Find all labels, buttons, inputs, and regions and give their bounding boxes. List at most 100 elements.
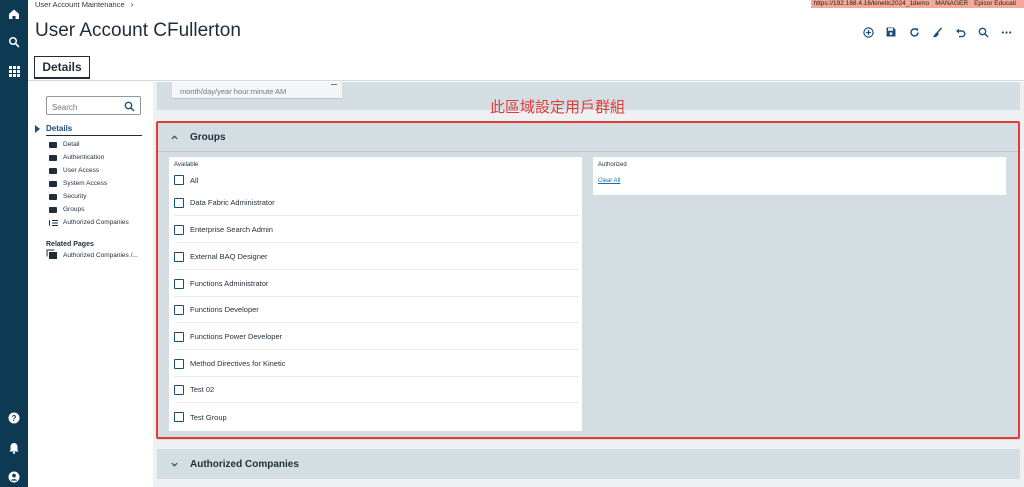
nav-item-groups[interactable]: Groups xyxy=(49,204,84,215)
nav-item-system-access[interactable]: System Access xyxy=(49,178,107,189)
list-item[interactable]: Functions Power Developer xyxy=(174,324,579,350)
list-item[interactable]: Enterprise Search Admin xyxy=(174,217,579,243)
checkbox[interactable] xyxy=(174,331,184,342)
svg-text:?: ? xyxy=(12,414,17,423)
search-icon[interactable] xyxy=(6,34,22,50)
save-icon[interactable] xyxy=(883,24,899,40)
add-icon[interactable] xyxy=(860,24,876,40)
card-icon xyxy=(49,167,57,174)
related-page-authorized-companies[interactable]: Authorized Companies /... xyxy=(49,252,138,259)
nav-search-input[interactable] xyxy=(47,99,122,116)
nav-item-label: Detail xyxy=(63,141,80,148)
home-icon[interactable] xyxy=(6,6,22,22)
checkbox[interactable] xyxy=(174,278,184,289)
caret-right-icon xyxy=(35,125,40,133)
tab-details[interactable]: Details xyxy=(34,56,90,79)
list-item-label: Test 02 xyxy=(190,385,215,394)
tab-divider xyxy=(28,80,1024,81)
list-item[interactable]: Functions Developer xyxy=(174,297,579,323)
nav-item-label: System Access xyxy=(63,180,108,187)
apps-icon[interactable] xyxy=(6,63,22,79)
app-rail: ? xyxy=(0,0,28,487)
card-icon xyxy=(49,141,57,148)
list-item-label: Data Fabric Administrator xyxy=(190,198,275,207)
list-item-label: Test Group xyxy=(190,412,227,422)
list-item-label: External BAQ Designer xyxy=(190,252,268,261)
checkbox[interactable] xyxy=(174,358,184,369)
nav-item-authorized-companies[interactable]: Authorized Companies xyxy=(49,217,129,228)
card-icon xyxy=(49,154,57,161)
list-item-label: All xyxy=(190,175,199,185)
authorized-companies-title: Authorized Companies xyxy=(190,458,299,470)
list-item-label: Method Directives for Kinetic xyxy=(190,359,286,368)
checkbox[interactable] xyxy=(174,251,184,262)
checkbox[interactable] xyxy=(174,197,184,208)
related-page-label: Authorized Companies /... xyxy=(63,252,138,259)
company-name: Epicor Educati xyxy=(974,0,1016,7)
list-item[interactable]: Functions Administrator xyxy=(174,271,579,297)
clear-all-link[interactable]: Clear All xyxy=(598,178,620,184)
user-icon[interactable] xyxy=(6,469,22,485)
stacked-pages-icon xyxy=(49,252,57,259)
breadcrumb: User Account Maintenance › xyxy=(35,0,133,10)
url-text: https://192.168.4.16/kinetic2024_1demo xyxy=(813,0,930,7)
chevron-up-icon[interactable] xyxy=(171,134,178,141)
main-content: month/day/year hour:minute AM Groups Ava… xyxy=(153,82,1024,487)
checkbox[interactable] xyxy=(174,412,184,422)
list-item[interactable]: External BAQ Designer xyxy=(174,244,579,270)
nav-item-security[interactable]: Security xyxy=(49,191,86,202)
refresh-icon[interactable] xyxy=(906,24,922,40)
breadcrumb-link[interactable]: User Account Maintenance xyxy=(35,0,125,9)
groups-panel: Groups Available All Data Fabric Adminis… xyxy=(157,123,1020,440)
search-icon[interactable] xyxy=(124,99,136,112)
authorized-companies-panel[interactable]: Authorized Companies xyxy=(157,449,1020,479)
nav-item-label: Groups xyxy=(63,206,85,213)
groups-header[interactable]: Groups xyxy=(157,123,1020,152)
dash-icon xyxy=(331,84,337,85)
checkbox[interactable] xyxy=(174,224,184,235)
nav-item-label: Security xyxy=(63,193,87,200)
list-item[interactable]: Test 02 xyxy=(174,377,579,403)
list-icon xyxy=(49,219,58,226)
nav-item-user-access[interactable]: User Access xyxy=(49,165,99,176)
user-name: MANAGER xyxy=(935,0,969,7)
related-pages-heading: Related Pages xyxy=(46,241,94,248)
chevron-down-icon[interactable] xyxy=(171,461,178,468)
authorized-heading: Authorized xyxy=(598,162,627,168)
list-item[interactable]: Test Group xyxy=(174,404,579,430)
available-heading: Available xyxy=(174,162,199,168)
nav-divider xyxy=(46,135,142,136)
more-icon[interactable] xyxy=(998,24,1014,40)
breadcrumb-separator: › xyxy=(130,0,134,9)
authorized-list: Authorized Clear All xyxy=(593,157,1006,195)
checkbox[interactable] xyxy=(174,304,184,315)
available-list: Available All Data Fabric Administrator … xyxy=(169,157,582,431)
list-item-all[interactable]: All xyxy=(174,173,579,187)
date-time-placeholder: month/day/year hour:minute AM xyxy=(180,87,287,96)
list-item-label: Enterprise Search Admin xyxy=(190,225,273,234)
nav-item-authentication[interactable]: Authentication xyxy=(49,152,104,163)
list-item[interactable]: Method Directives for Kinetic xyxy=(174,351,579,377)
clear-icon[interactable] xyxy=(929,24,945,40)
card-icon xyxy=(49,193,57,200)
nav-item-label: User Access xyxy=(63,167,100,174)
list-item-label: Functions Developer xyxy=(190,305,259,314)
checkbox[interactable] xyxy=(174,384,184,395)
nav-search-box xyxy=(46,96,141,116)
undo-icon[interactable] xyxy=(952,24,968,40)
url-bar: https://192.168.4.16/kinetic2024_1demo MA… xyxy=(810,0,1024,8)
list-item-label: Functions Power Developer xyxy=(190,332,283,341)
help-icon[interactable]: ? xyxy=(6,410,22,426)
nav-item-label: Authorized Companies xyxy=(63,219,129,226)
nav-section-details[interactable]: Details xyxy=(46,124,72,133)
side-nav: Details Detail Authentication User Acces… xyxy=(33,82,153,482)
date-time-field[interactable]: month/day/year hour:minute AM xyxy=(172,82,342,99)
checkbox[interactable] xyxy=(174,175,184,185)
nav-item-label: Authentication xyxy=(63,154,105,161)
toolbar xyxy=(860,24,1014,40)
notifications-icon[interactable] xyxy=(6,440,22,456)
list-item[interactable]: Data Fabric Administrator xyxy=(174,190,579,216)
nav-item-detail[interactable]: Detail xyxy=(49,139,80,150)
search-icon[interactable] xyxy=(975,24,991,40)
annotation-label: 此區域設定用戶群組 xyxy=(490,98,626,116)
